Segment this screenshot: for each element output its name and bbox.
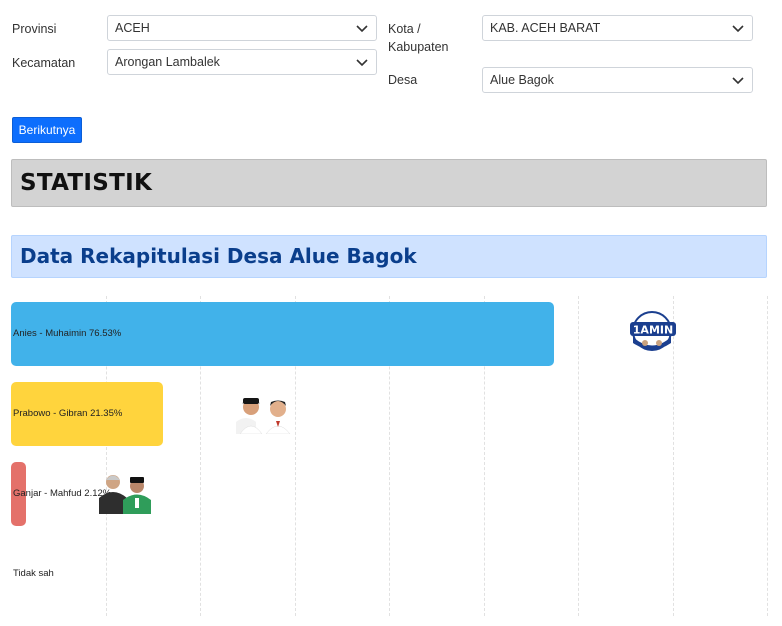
chevron-down-icon	[732, 25, 744, 33]
provinsi-select[interactable]: ACEH	[107, 15, 377, 41]
kota-label-line2: Kabupaten	[388, 40, 449, 54]
kota-label: Kota /	[388, 22, 421, 36]
desa-label: Desa	[388, 73, 418, 87]
kecamatan-select[interactable]: Arongan Lambalek	[107, 49, 377, 75]
chevron-down-icon	[356, 25, 368, 33]
desa-select[interactable]: Alue Bagok	[482, 67, 753, 93]
kecamatan-select-value: Arongan Lambalek	[115, 55, 220, 69]
kota-select[interactable]: KAB. ACEH BARAT	[482, 15, 753, 41]
svg-text:1AMIN: 1AMIN	[633, 324, 673, 337]
desa-select-value: Alue Bagok	[490, 73, 554, 87]
chevron-down-icon	[732, 77, 744, 85]
amin-logo-icon: 1AMIN	[630, 311, 676, 351]
statistik-heading: STATISTIK	[11, 159, 767, 207]
ganjar-mahfud-photo-icon	[99, 475, 151, 514]
bar-label: Anies - Muhaimin 76.53%	[13, 328, 122, 339]
kota-select-value: KAB. ACEH BARAT	[490, 21, 601, 35]
next-button[interactable]: Berikutnya	[12, 117, 82, 143]
vote-bar-chart: Anies - Muhaimin 76.53% Prabowo - Gibran …	[11, 296, 771, 616]
provinsi-select-value: ACEH	[115, 21, 150, 35]
prabowo-gibran-photo-icon	[236, 398, 291, 434]
chevron-down-icon	[356, 59, 368, 67]
provinsi-label: Provinsi	[12, 22, 57, 36]
chart-gridline	[767, 296, 768, 616]
bar-label: Prabowo - Gibran 21.35%	[13, 408, 123, 419]
chart-gridline	[578, 296, 579, 616]
rekap-heading: Data Rekapitulasi Desa Alue Bagok	[11, 235, 767, 278]
kecamatan-label: Kecamatan	[12, 56, 76, 70]
bar-label: Tidak sah	[13, 568, 54, 579]
